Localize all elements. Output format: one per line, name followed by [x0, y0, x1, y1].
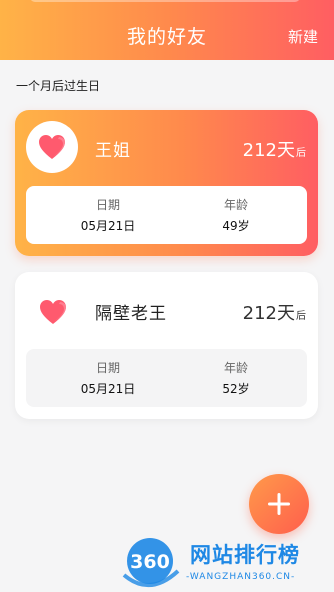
age-label: 年龄	[223, 361, 248, 375]
watermark-title: 网站排行榜	[190, 543, 300, 567]
watermark-url: -WANGZHAN360.CN-	[186, 572, 296, 582]
date-column: 日期 05月21日	[48, 196, 168, 234]
age-column: 年龄 49岁	[176, 196, 296, 234]
friend-card[interactable]: 王姐 212天后 日期 05月21日 年龄 49岁	[15, 110, 318, 256]
days-unit: 后	[296, 311, 306, 322]
avatar	[26, 121, 78, 173]
section-title: 一个月后过生日	[16, 79, 101, 93]
friend-card[interactable]: 隔壁老王 212天后 日期 05月21日 年龄 52岁	[15, 272, 318, 419]
watermark-logo-icon: 360	[122, 538, 180, 588]
days-remaining: 212天后	[243, 299, 306, 325]
svg-text:360: 360	[130, 551, 170, 573]
age-value: 52岁	[222, 382, 250, 396]
watermark: 360 网站排行榜 -WANGZHAN360.CN-	[120, 535, 334, 592]
info-box: 日期 05月21日 年龄 52岁	[26, 349, 307, 407]
date-label: 日期	[95, 361, 120, 375]
days-remaining: 212天后	[243, 136, 306, 162]
friend-name: 王姐	[95, 141, 131, 161]
days-value: 212天	[242, 140, 295, 161]
new-button[interactable]: 新建	[288, 26, 318, 47]
avatar	[33, 292, 73, 332]
plus-icon	[268, 493, 290, 515]
date-value: 05月21日	[80, 219, 136, 233]
status-bar-strip	[30, 0, 300, 2]
date-label: 日期	[95, 198, 120, 212]
info-box: 日期 05月21日 年龄 49岁	[26, 186, 307, 244]
date-value: 05月21日	[80, 382, 136, 396]
age-label: 年龄	[223, 198, 248, 212]
days-value: 212天	[242, 303, 295, 324]
heart-icon	[40, 300, 66, 324]
heart-icon	[39, 135, 65, 159]
app-header: 我的好友 新建	[0, 0, 334, 60]
age-value: 49岁	[222, 219, 250, 233]
age-column: 年龄 52岁	[176, 359, 296, 397]
date-column: 日期 05月21日	[48, 359, 168, 397]
add-friend-button[interactable]	[249, 474, 309, 534]
days-unit: 后	[296, 148, 306, 159]
page-title: 我的好友	[126, 26, 207, 48]
friend-name: 隔壁老王	[95, 304, 167, 324]
